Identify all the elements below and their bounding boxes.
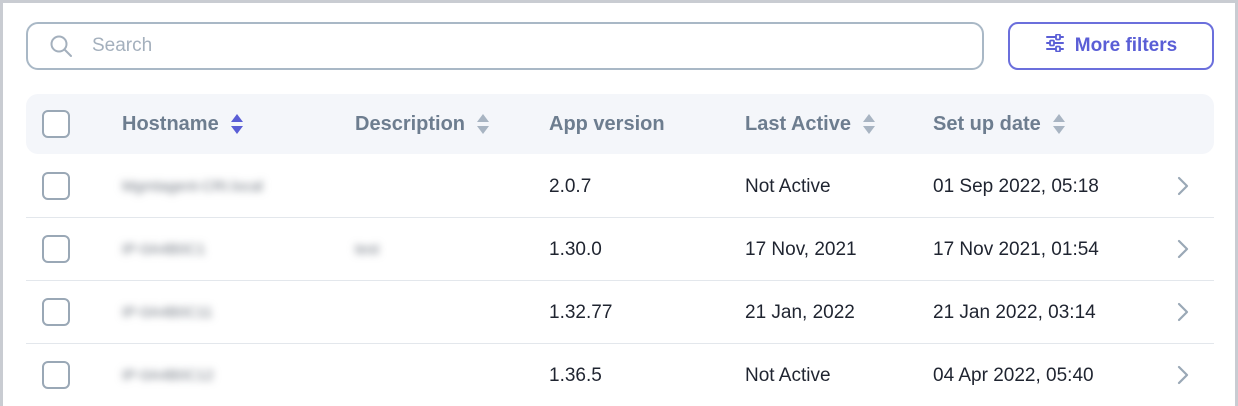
- chevron-right-icon[interactable]: [1172, 301, 1194, 323]
- column-header-label: Description: [355, 112, 466, 135]
- last-active-cell: 17 Nov, 2021: [745, 238, 857, 260]
- column-header-last-active[interactable]: Last Active: [745, 94, 875, 154]
- column-header-label: Hostname: [122, 112, 219, 135]
- row-checkbox[interactable]: [42, 361, 70, 389]
- column-header-label: App version: [549, 112, 665, 135]
- sort-icon: [862, 114, 875, 134]
- chevron-right-icon[interactable]: [1172, 175, 1194, 197]
- table-row[interactable]: Mgmtagent-CRI.local 2.0.7 Not Active 01 …: [26, 155, 1214, 218]
- more-filters-label: More filters: [1074, 35, 1178, 56]
- sort-icon: [477, 114, 490, 134]
- last-active-cell: Not Active: [745, 175, 831, 197]
- description-cell: test: [355, 241, 380, 258]
- column-header-label: Set up date: [933, 112, 1041, 135]
- last-active-cell: Not Active: [745, 364, 831, 386]
- hostname-cell: IP-0A4B0C1: [122, 241, 206, 258]
- more-filters-button[interactable]: More filters: [1008, 22, 1214, 70]
- app-version-cell: 1.32.77: [549, 301, 613, 323]
- column-header-description[interactable]: Description: [355, 94, 490, 154]
- table-row[interactable]: IP-0A4B0C11 1.32.77 21 Jan, 2022 21 Jan …: [26, 281, 1214, 344]
- column-header-label: Last Active: [745, 112, 851, 135]
- app-version-cell: 1.30.0: [549, 238, 602, 260]
- row-checkbox[interactable]: [42, 172, 70, 200]
- search-input[interactable]: [92, 35, 952, 57]
- hostname-cell: IP-0A4B0C11: [122, 304, 213, 321]
- hostname-cell: IP-0A4B0C12: [122, 367, 214, 384]
- sort-icon: [1052, 114, 1065, 134]
- column-header-app-version: App version: [549, 94, 665, 154]
- sort-icon: [230, 114, 243, 134]
- search-icon: [48, 33, 74, 59]
- setup-date-cell: 17 Nov 2021, 01:54: [933, 238, 1099, 260]
- hostname-cell: Mgmtagent-CRI.local: [122, 178, 263, 195]
- setup-date-cell: 01 Sep 2022, 05:18: [933, 175, 1099, 197]
- app-version-cell: 2.0.7: [549, 175, 592, 197]
- column-header-hostname[interactable]: Hostname: [122, 94, 243, 154]
- row-checkbox[interactable]: [42, 235, 70, 263]
- filter-sliders-icon: [1045, 33, 1065, 58]
- select-all-checkbox[interactable]: [42, 110, 70, 138]
- column-header-setup-date[interactable]: Set up date: [933, 94, 1065, 154]
- search-box[interactable]: [26, 22, 984, 70]
- setup-date-cell: 04 Apr 2022, 05:40: [933, 364, 1094, 386]
- table-row[interactable]: IP-0A4B0C1 test 1.30.0 17 Nov, 2021 17 N…: [26, 218, 1214, 281]
- chevron-right-icon[interactable]: [1172, 238, 1194, 260]
- setup-date-cell: 21 Jan 2022, 03:14: [933, 301, 1096, 323]
- table-header: Hostname Description App version Last Ac…: [26, 94, 1214, 154]
- row-checkbox[interactable]: [42, 298, 70, 326]
- last-active-cell: 21 Jan, 2022: [745, 301, 855, 323]
- chevron-right-icon[interactable]: [1172, 364, 1194, 386]
- app-version-cell: 1.36.5: [549, 364, 602, 386]
- table-row[interactable]: IP-0A4B0C12 1.36.5 Not Active 04 Apr 202…: [26, 344, 1214, 406]
